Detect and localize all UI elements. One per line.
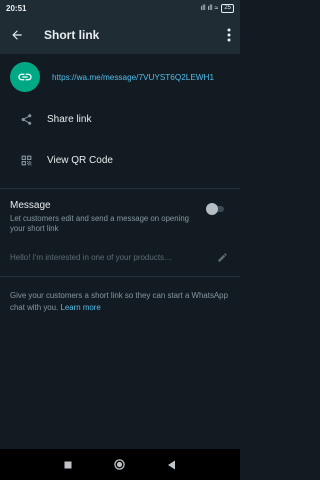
message-toggle[interactable] [206,203,224,215]
prefilled-message-row[interactable]: Hello! I'm interested in one of your pro… [10,247,230,267]
pencil-icon [218,252,227,262]
message-section: Message Let customers edit and send a me… [10,200,230,234]
toggle-thumb [206,203,218,215]
more-vert-icon [227,28,231,42]
short-link-row[interactable]: https://wa.me/message/7VUYST6Q2LEWH1 [0,58,240,96]
back-button[interactable] [0,16,34,54]
home-icon[interactable] [114,459,125,470]
share-icon [21,113,32,125]
message-title: Message [10,200,51,211]
back-arrow-icon [12,30,22,40]
section-divider [0,188,240,189]
view-qr-code-label: View QR Code [47,154,113,166]
footer-text: Give your customers a short link so they… [10,291,228,312]
qr-code-icon [21,155,32,165]
view-qr-code-button[interactable]: View QR Code [0,142,240,178]
link-icon-badge [10,62,40,92]
link-icon [18,73,32,81]
learn-more-link[interactable]: Learn more [60,303,100,312]
app-bar: Short link [0,16,240,54]
status-indicators: ıll ıll ≈ 25 [200,3,234,13]
page-title: Short link [44,28,100,42]
back-nav-icon[interactable] [167,460,176,470]
share-link-label: Share link [47,113,92,125]
system-nav-bar [0,449,240,480]
more-options-button[interactable] [218,16,240,54]
status-bar: 20:51 ıll ıll ≈ 25 [0,0,240,16]
footer-divider [0,276,240,277]
footer-info: Give your customers a short link so they… [10,290,232,314]
recents-icon[interactable] [64,461,72,469]
prefilled-message-text: Hello! I'm interested in one of your pro… [10,252,173,262]
share-link-button[interactable]: Share link [0,101,240,137]
signal-icon: ıll ıll ≈ [200,4,219,12]
message-description: Let customers edit and send a message on… [10,214,190,233]
battery-icon: 25 [221,3,234,13]
status-time: 20:51 [6,3,27,13]
short-link-url[interactable]: https://wa.me/message/7VUYST6Q2LEWH1 [52,73,214,82]
edit-message-button[interactable] [217,252,228,263]
